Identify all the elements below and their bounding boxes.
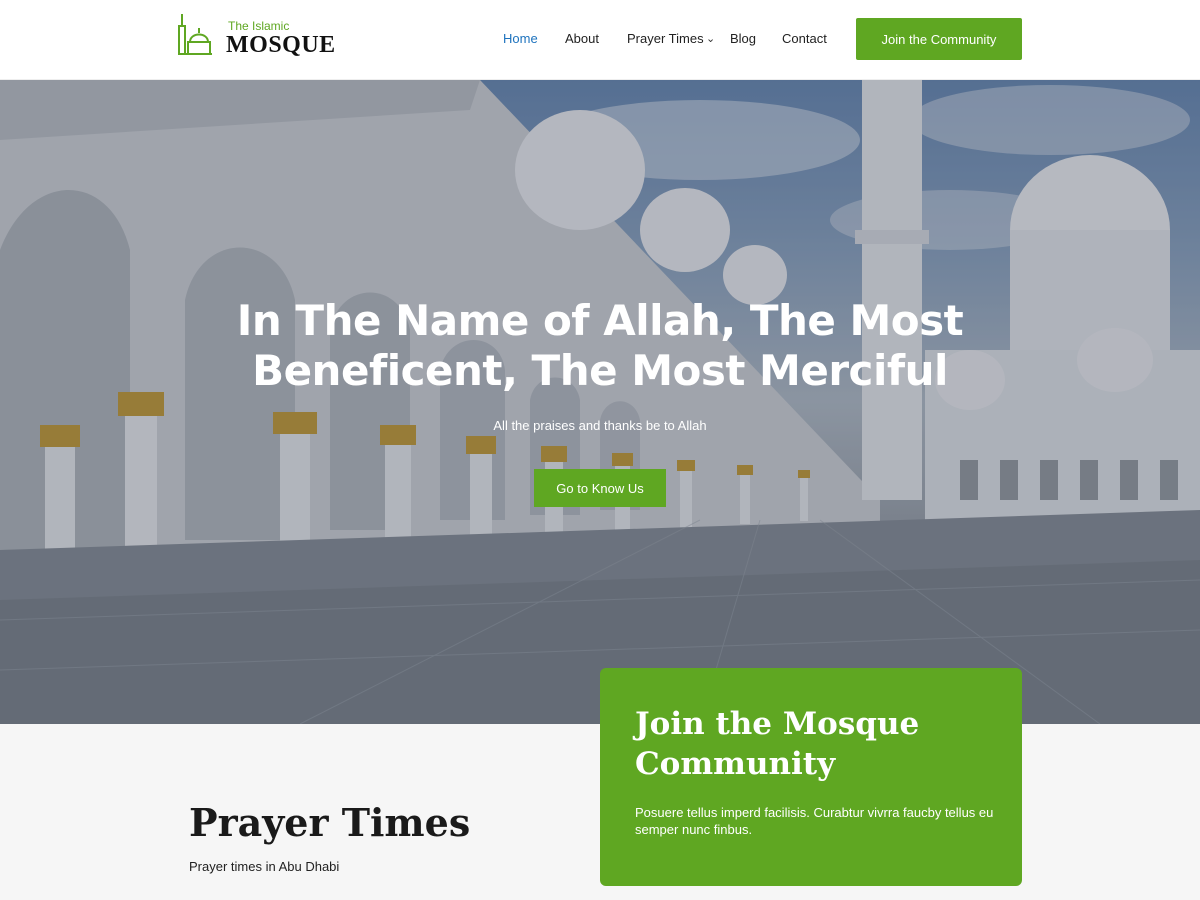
prayer-times-heading: Prayer Times bbox=[189, 800, 471, 845]
nav-contact[interactable]: Contact bbox=[782, 31, 827, 46]
community-card-title: Join the Mosque Community bbox=[635, 706, 920, 782]
prayer-times-subtitle: Prayer times in Abu Dhabi bbox=[189, 859, 340, 874]
community-card-text: Posuere tellus imperd facilisis. Curabtu… bbox=[635, 805, 994, 837]
mosque-icon bbox=[178, 14, 212, 55]
hero-title: In The Name of Allah, The Most Beneficen… bbox=[236, 296, 964, 395]
nav-home[interactable]: Home bbox=[503, 31, 538, 46]
nav-about[interactable]: About bbox=[565, 31, 599, 46]
hero-banner: In The Name of Allah, The Most Beneficen… bbox=[0, 80, 1200, 724]
community-card: Join the Mosque Community Posuere tellus… bbox=[600, 668, 1022, 886]
chevron-down-icon[interactable]: ⌄ bbox=[706, 32, 715, 45]
site-header: The Islamic MOSQUE Home About Prayer Tim… bbox=[0, 0, 1200, 80]
nav-blog[interactable]: Blog bbox=[730, 31, 756, 46]
site-logo[interactable]: The Islamic MOSQUE bbox=[178, 12, 348, 64]
join-community-button[interactable]: Join the Community bbox=[856, 18, 1022, 60]
logo-tagline: The Islamic bbox=[228, 19, 290, 33]
nav-prayer-times[interactable]: Prayer Times bbox=[627, 31, 704, 46]
logo-wordmark: MOSQUE bbox=[226, 32, 336, 58]
go-to-know-us-button[interactable]: Go to Know Us bbox=[534, 469, 666, 507]
hero-subtitle: All the praises and thanks be to Allah bbox=[493, 418, 707, 433]
